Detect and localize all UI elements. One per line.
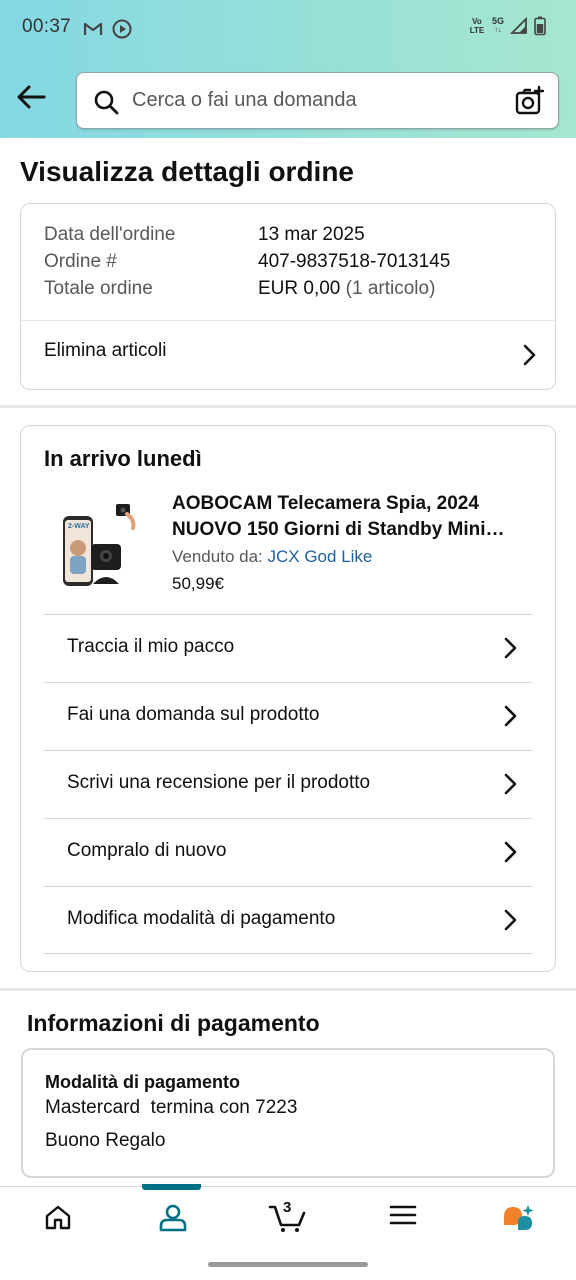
action-change-payment[interactable]: Modifica modalità di pagamento xyxy=(44,886,532,954)
order-total-value-wrap: EUR 0,00 (1 articolo) xyxy=(258,278,435,300)
svg-text:2-WAY: 2-WAY xyxy=(68,523,90,530)
back-button[interactable] xyxy=(14,80,48,114)
chevron-right-icon xyxy=(504,773,517,795)
menu-icon xyxy=(389,1205,416,1225)
search-icon xyxy=(94,90,119,115)
section-separator xyxy=(0,988,576,991)
shipment-title: In arrivo lunedì xyxy=(44,446,202,471)
nav-active-indicator xyxy=(142,1184,201,1190)
payment-section-title: Informazioni di pagamento xyxy=(27,1010,320,1036)
gmail-icon xyxy=(83,22,103,35)
nav-cart[interactable] xyxy=(230,1187,345,1251)
delete-items-label: Elimina articoli xyxy=(44,340,167,361)
section-separator xyxy=(0,405,576,408)
order-total-value: EUR 0,00 xyxy=(258,278,341,299)
shipment-card: In arrivo lunedì 2-WAY AOBOCAM Telecamer… xyxy=(20,425,556,972)
camera-search-icon[interactable] xyxy=(514,85,546,117)
action-label: Traccia il mio pacco xyxy=(67,636,235,657)
status-bar: 00:37 Vo LTE 5G ↑↓ xyxy=(0,0,576,56)
order-date-row: Data dell'ordine xyxy=(44,224,175,246)
order-number-label: Ordine # xyxy=(44,251,117,272)
product-title-line2: NUOVO 150 Giorni di Standby Mini… xyxy=(172,519,505,540)
cart-count-badge: 3 xyxy=(283,1199,292,1216)
payment-method-card: Modalità di pagamento Mastercard termina… xyxy=(21,1048,555,1178)
product-title[interactable]: AOBOCAM Telecamera Spia, 2024 NUOVO 150 … xyxy=(172,491,532,543)
action-label: Scrivi una recensione per il prodotto xyxy=(67,772,371,793)
sold-by-label: Venduto da: xyxy=(172,547,263,566)
action-label: Fai una domanda sul prodotto xyxy=(67,704,320,725)
signal-icon xyxy=(510,17,527,34)
search-input[interactable]: Cerca o fai una domanda xyxy=(76,72,559,129)
divider xyxy=(44,953,532,954)
delete-items-row[interactable]: Elimina articoli xyxy=(21,321,555,389)
action-ask-question[interactable]: Fai una domanda sul prodotto xyxy=(44,682,532,750)
search-placeholder: Cerca o fai una domanda xyxy=(132,89,357,111)
action-buy-again[interactable]: Compralo di nuovo xyxy=(44,818,532,886)
bottom-nav xyxy=(0,1186,576,1250)
sold-by: Venduto da: JCX God Like xyxy=(172,547,372,567)
nav-menu[interactable] xyxy=(345,1187,460,1251)
play-circle-icon xyxy=(112,19,132,39)
order-total-label: Totale ordine xyxy=(44,278,153,299)
home-icon xyxy=(45,1205,70,1230)
product-title-line1: AOBOCAM Telecamera Spia, 2024 xyxy=(172,493,479,514)
page-title: Visualizza dettagli ordine xyxy=(20,156,355,187)
order-number-value: 407-9837518-7013145 xyxy=(258,251,451,272)
product-price: 50,99€ xyxy=(172,574,224,593)
home-indicator[interactable] xyxy=(208,1262,368,1267)
status-right: Vo LTE 5G ↑↓ xyxy=(468,16,546,36)
chevron-right-icon xyxy=(504,637,517,659)
product-image[interactable]: 2-WAY xyxy=(51,498,141,590)
payment-method-card-line: Mastercard termina con 7223 xyxy=(45,1097,298,1118)
order-date-value: 13 mar 2025 xyxy=(258,224,365,245)
action-label: Compralo di nuovo xyxy=(67,840,227,861)
order-summary-card: Data dell'ordine 13 mar 2025 Ordine # 40… xyxy=(20,203,556,390)
network-5g-indicator: 5G ↑↓ xyxy=(491,16,504,35)
nav-account[interactable] xyxy=(115,1187,230,1251)
action-write-review[interactable]: Scrivi una recensione per il prodotto xyxy=(44,750,532,818)
chevron-right-icon xyxy=(504,909,517,931)
order-number-row: Ordine # xyxy=(44,251,117,273)
order-date-label: Data dell'ordine xyxy=(44,224,176,245)
action-label: Modifica modalità di pagamento xyxy=(67,908,336,929)
chevron-right-icon xyxy=(523,344,536,366)
arrow-left-icon xyxy=(17,85,46,109)
chevron-right-icon xyxy=(504,705,517,727)
ai-assistant-icon xyxy=(503,1205,533,1230)
gift-card-line: Buono Regalo xyxy=(45,1130,166,1151)
seller-link[interactable]: JCX God Like xyxy=(268,547,373,566)
account-icon xyxy=(159,1204,186,1232)
status-time: 00:37 xyxy=(22,16,72,37)
action-track-package[interactable]: Traccia il mio pacco xyxy=(44,614,532,682)
battery-icon xyxy=(534,16,546,36)
order-total-note: (1 articolo) xyxy=(345,278,436,299)
nav-ai-assistant[interactable] xyxy=(461,1187,576,1251)
payment-method-heading: Modalità di pagamento xyxy=(45,1072,241,1092)
volte-indicator: Vo LTE xyxy=(469,17,485,35)
chevron-right-icon xyxy=(504,841,517,863)
nav-home[interactable] xyxy=(0,1187,115,1251)
order-total-row: Totale ordine xyxy=(44,278,153,300)
